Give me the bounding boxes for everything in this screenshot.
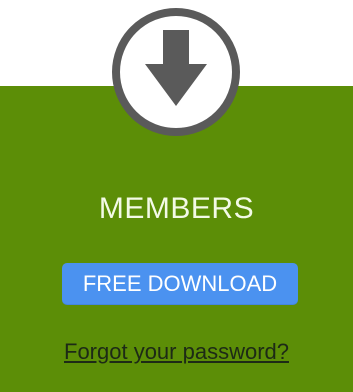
free-download-button[interactable]: FREE DOWNLOAD [62,263,298,305]
download-arrow-icon [110,6,242,138]
members-title: MEMBERS [98,192,255,225]
members-widget: MEMBERS FREE DOWNLOAD Forgot your passwo… [0,0,353,392]
forgot-password-link[interactable]: Forgot your password? [0,339,353,365]
